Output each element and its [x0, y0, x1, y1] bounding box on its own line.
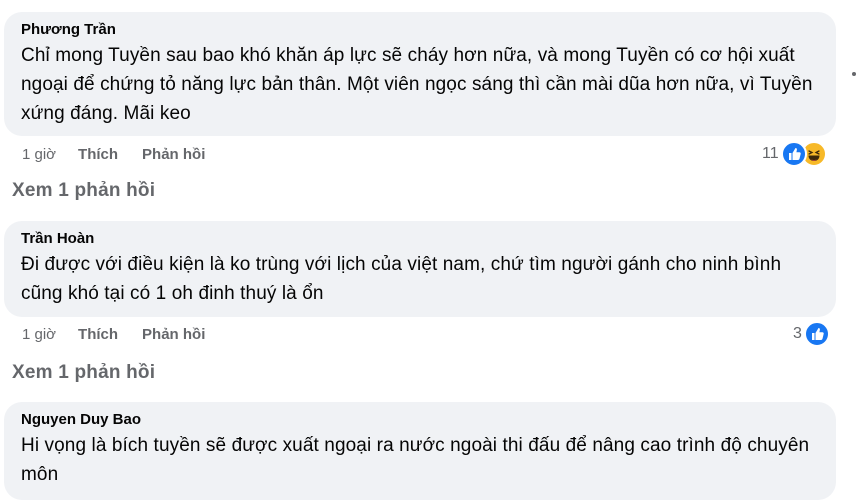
- comment-author[interactable]: Nguyen Duy Bao: [21, 411, 822, 429]
- reply-button[interactable]: Phản hồi: [142, 326, 205, 343]
- reaction-summary[interactable]: 11: [762, 141, 827, 167]
- comment-actions: 1 giờ Thích Phản hồi: [22, 324, 229, 344]
- reply-button[interactable]: Phản hồi: [142, 146, 205, 163]
- reaction-count: 11: [762, 145, 779, 162]
- comment-text: Hi vọng là bích tuyền sẽ được xuất ngoại…: [21, 435, 810, 485]
- comment-timestamp[interactable]: 1 giờ: [22, 146, 56, 163]
- like-icon: [780, 141, 807, 167]
- like-button[interactable]: Thích: [78, 326, 118, 343]
- comment-author[interactable]: Phương Trần: [21, 21, 822, 39]
- comment-bubble: Trần Hoàn Đi được với điều kiện là ko tr…: [4, 221, 836, 317]
- comment-actions: 1 giờ Thích Phản hồi: [22, 144, 229, 164]
- like-button[interactable]: Thích: [78, 146, 118, 163]
- comment-timestamp[interactable]: 1 giờ: [22, 326, 56, 343]
- comment-author[interactable]: Trần Hoàn: [21, 230, 822, 248]
- comment-feed: Phương Trần Chỉ mong Tuyền sau bao khó k…: [0, 0, 860, 504]
- reaction-count: 3: [793, 325, 802, 342]
- comment-bubble: Nguyen Duy Bao Hi vọng là bích tuyền sẽ …: [4, 402, 836, 500]
- comment-bubble: Phương Trần Chỉ mong Tuyền sau bao khó k…: [4, 12, 836, 136]
- reaction-summary[interactable]: 3: [793, 321, 830, 347]
- comment-text: Chỉ mong Tuyền sau bao khó khăn áp lực s…: [21, 45, 813, 124]
- comment-text: Đi được với điều kiện là ko trùng với lị…: [21, 254, 782, 304]
- like-icon: [803, 321, 830, 347]
- more-options-dot-icon[interactable]: [852, 72, 856, 76]
- view-replies-link[interactable]: Xem 1 phản hồi: [12, 362, 155, 384]
- view-replies-link[interactable]: Xem 1 phản hồi: [12, 180, 155, 202]
